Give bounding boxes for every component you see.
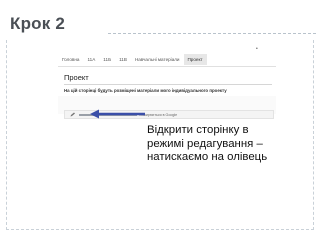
pointer-arrow — [90, 109, 145, 119]
instruction-line-1: Відкрити сторінку в — [147, 124, 249, 136]
arrow-head — [90, 109, 99, 119]
instruction-line-2: режимі редагування – — [147, 137, 263, 150]
instruction-text: Відкрити сторінку в режимі редагування –… — [147, 124, 315, 165]
instruction-line-3: натискаємо на олівець — [147, 151, 268, 163]
